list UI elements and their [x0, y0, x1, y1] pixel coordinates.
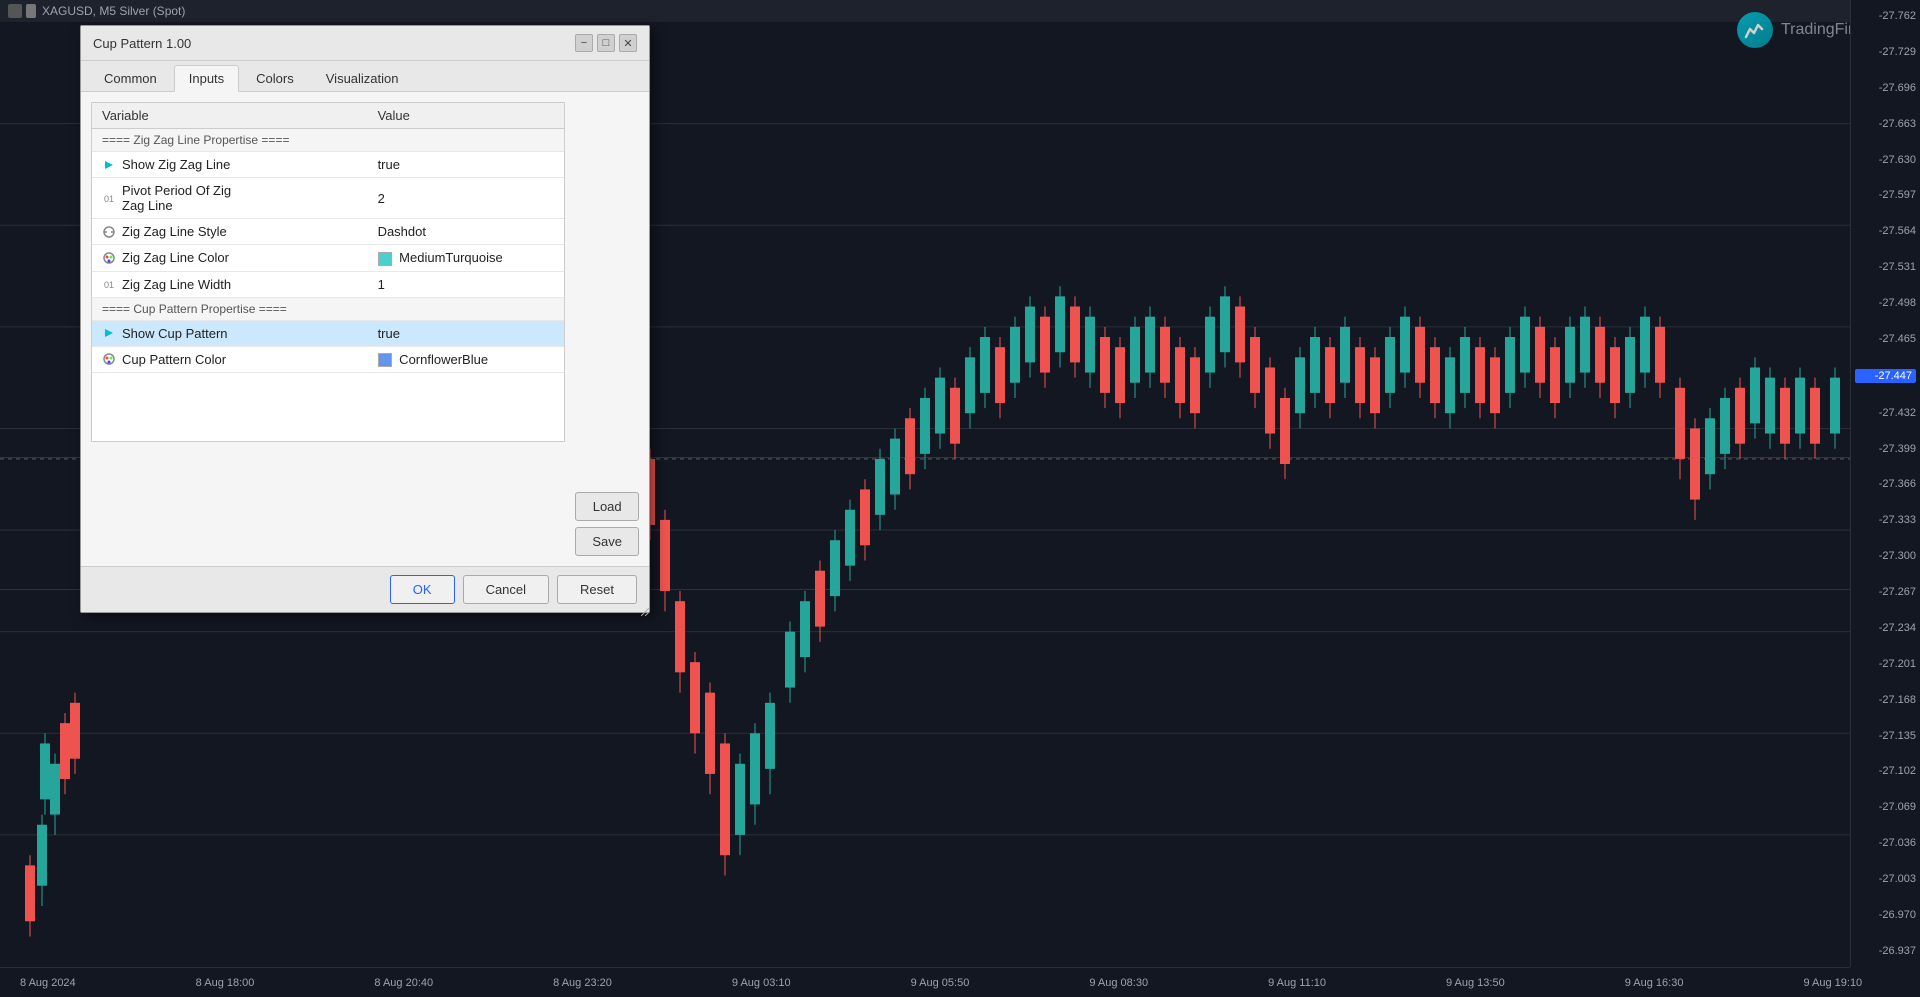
var-label: Pivot Period Of Zig Zag Line — [122, 183, 243, 213]
prop-table-container[interactable]: Variable Value ==== Zig Zag Line Propert… — [91, 102, 565, 442]
tab-common[interactable]: Common — [89, 65, 172, 91]
var-label: Cup Pattern Color — [122, 352, 226, 367]
var-label: Zig Zag Line Style — [122, 224, 227, 239]
dialog-window: Cup Pattern 1.00 − □ ✕ Common Inputs Col… — [80, 25, 650, 613]
val-cell: 2 — [368, 178, 565, 219]
cup-color-icon — [102, 352, 116, 366]
resize-handle[interactable] — [641, 604, 649, 612]
section-zigzag: ==== Zig Zag Line Propertise ==== — [92, 129, 564, 152]
close-button[interactable]: ✕ — [619, 34, 637, 52]
section-cup: ==== Cup Pattern Propertise ==== — [92, 297, 564, 320]
table-row[interactable]: 01 Zig Zag Line Width 1 — [92, 271, 564, 297]
dialog-titlebar: Cup Pattern 1.00 − □ ✕ — [81, 26, 649, 61]
var-label: Show Cup Pattern — [122, 326, 228, 341]
table-row[interactable]: 01 Pivot Period Of Zig Zag Line 2 — [92, 178, 564, 219]
var-cell: Zig Zag Line Style — [92, 219, 368, 245]
reset-button[interactable]: Reset — [557, 575, 637, 604]
number-icon: 01 — [102, 191, 116, 205]
var-cell: Show Cup Pattern — [92, 320, 368, 346]
svg-text:01: 01 — [104, 194, 114, 204]
var-label: Zig Zag Line Width — [122, 277, 231, 292]
val-cell: true — [368, 152, 565, 178]
color-swatch-turquoise — [378, 252, 392, 266]
maximize-button[interactable]: □ — [597, 34, 615, 52]
var-cell: Zig Zag Line Color — [92, 245, 368, 272]
col-variable: Variable — [92, 103, 368, 129]
svg-text:01: 01 — [104, 280, 114, 290]
ok-button[interactable]: OK — [390, 575, 455, 604]
minimize-button[interactable]: − — [575, 34, 593, 52]
show-cup-icon — [102, 326, 116, 340]
val-cell: 1 — [368, 271, 565, 297]
val-cell: Dashdot — [368, 219, 565, 245]
var-label: Show Zig Zag Line — [122, 157, 230, 172]
dialog-tabs: Common Inputs Colors Visualization — [81, 61, 649, 92]
dialog-footer: OK Cancel Reset — [81, 566, 649, 612]
dialog-overlay: Cup Pattern 1.00 − □ ✕ Common Inputs Col… — [0, 0, 1920, 997]
var-cell: 01 Pivot Period Of Zig Zag Line — [92, 178, 368, 219]
table-row[interactable]: Zig Zag Line Color MediumTurquoise — [92, 245, 564, 272]
section-zigzag-label: ==== Zig Zag Line Propertise ==== — [92, 129, 564, 152]
var-label: Zig Zag Line Color — [122, 250, 229, 265]
tab-colors[interactable]: Colors — [241, 65, 309, 91]
col-value: Value — [368, 103, 565, 129]
table-row-selected[interactable]: Show Cup Pattern true — [92, 320, 564, 346]
tab-inputs[interactable]: Inputs — [174, 65, 239, 92]
save-button-panel[interactable]: Save — [575, 527, 639, 556]
color-palette-icon — [102, 251, 116, 265]
section-cup-label: ==== Cup Pattern Propertise ==== — [92, 297, 564, 320]
val-cell: true — [368, 320, 565, 346]
table-row[interactable]: Cup Pattern Color CornflowerBlue — [92, 346, 564, 373]
prop-table: Variable Value ==== Zig Zag Line Propert… — [92, 103, 564, 373]
load-save-panel: Load Save — [575, 102, 639, 556]
val-cell: MediumTurquoise — [368, 245, 565, 272]
dialog-controls: − □ ✕ — [575, 34, 637, 52]
tab-visualization[interactable]: Visualization — [311, 65, 414, 91]
cancel-button[interactable]: Cancel — [463, 575, 549, 604]
val-cell: CornflowerBlue — [368, 346, 565, 373]
var-cell: Show Zig Zag Line — [92, 152, 368, 178]
var-cell: 01 Zig Zag Line Width — [92, 271, 368, 297]
dialog-title: Cup Pattern 1.00 — [93, 36, 191, 51]
dialog-content-row: Variable Value ==== Zig Zag Line Propert… — [91, 102, 639, 556]
table-row[interactable]: Show Zig Zag Line true — [92, 152, 564, 178]
dialog-body: Variable Value ==== Zig Zag Line Propert… — [81, 92, 649, 566]
color-swatch-cornflower — [378, 353, 392, 367]
table-row[interactable]: Zig Zag Line Style Dashdot — [92, 219, 564, 245]
style-icon — [102, 225, 116, 239]
var-cell: Cup Pattern Color — [92, 346, 368, 373]
load-button[interactable]: Load — [575, 492, 639, 521]
arrow-icon — [102, 158, 116, 172]
width-icon: 01 — [102, 277, 116, 291]
